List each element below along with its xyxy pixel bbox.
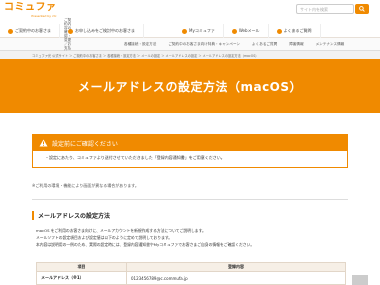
desc-line: メールソフトの設定項目および設定値は以下のように定めて説明しております。 <box>36 235 173 240</box>
subnav-item[interactable]: ご契約中のお客さま向け特典・キャンペーン <box>162 38 246 50</box>
nav-item-webmail[interactable]: Webメール <box>224 24 269 38</box>
table-header: 登録内容 <box>126 262 346 272</box>
table-cell-value: 0123456789@c.commufa.jp <box>126 271 346 285</box>
nav-item-faq[interactable]: よくあるご質問 <box>269 24 321 38</box>
nav-label: ご契約中のお客さま <box>15 28 51 33</box>
section-description: macOS をご利用のお客さま向けに、メールアカウントを新規作成する方法について… <box>36 227 346 248</box>
logo-sub: Presented by ctc <box>31 14 57 18</box>
warning-icon <box>39 139 48 147</box>
nav-item-current-customer[interactable]: ご契約中のお客さま <box>0 24 60 38</box>
table-row: メールアドレス（※1） 0123456789@c.commufa.jp <box>36 271 346 285</box>
section-title: メールアドレスの設定方法 <box>38 213 111 220</box>
subnav-item[interactable]: メンテナンス情報 <box>310 38 351 50</box>
subnav-item[interactable]: 障害情報 <box>283 38 309 50</box>
breadcrumb[interactable]: コミュファ光 公式サイト ＞ ご契約中のお客さま ＞ 各種接続・設定方法 ＞ メ… <box>0 51 380 59</box>
search-input[interactable]: サイト内を検索 <box>296 4 354 14</box>
home-icon <box>8 28 13 34</box>
desc-line: 本内容は説明用の一例のため、実際の設定時には、登録内容通知書やMyコミュファでお… <box>36 242 255 247</box>
subnav-item[interactable]: よくあるご質問 <box>246 38 283 50</box>
section-heading: メールアドレスの設定方法 <box>32 211 110 220</box>
nav-item-mycommufa[interactable]: Myコミュファ <box>174 24 224 38</box>
notice-header: 設定前にご確認ください <box>33 135 347 151</box>
top-header: コミュファ Presented by ctc サイト内を検索 <box>0 0 380 24</box>
heart-icon <box>182 28 187 34</box>
page-title: メールアドレスの設定方法（macOS） <box>77 79 303 94</box>
table-header-row: 項目 登録内容 <box>36 262 346 272</box>
nav-label: お申し込みをご検討中のお客さま <box>75 28 135 33</box>
section-accent-bar <box>32 211 34 220</box>
search-icon <box>359 6 365 12</box>
table-cell-label: メールアドレス（※1） <box>36 271 127 285</box>
notice-body: ・設定にあたり、コミュファより送付させていただきました「登録内容通知書」をご用意… <box>45 155 225 160</box>
scroll-to-top-button[interactable] <box>352 275 368 285</box>
question-icon <box>276 28 282 34</box>
main-nav: ご契約中のお客さま お申し込みをご検討中のお客さま Myコミュファ Webメール… <box>0 24 380 38</box>
subnav-item[interactable]: ご契約内容の確認・変更／お支払い（Myコミュファ） <box>0 18 73 70</box>
subnav-item[interactable]: 各種接続・設定方法 <box>118 38 162 50</box>
logo[interactable]: コミュファ Presented by ctc <box>4 2 57 19</box>
nav-label: Webメール <box>238 28 260 33</box>
mail-icon <box>231 28 237 34</box>
page-hero: メールアドレスの設定方法（macOS） <box>0 59 380 113</box>
desc-line: macOS をご利用のお客さま向けに、メールアカウントを新規作成する方法について… <box>36 228 206 233</box>
sub-nav: ご契約内容の確認・変更／お支払い（Myコミュファ） 各種接続・設定方法 ご契約中… <box>0 18 380 70</box>
divider <box>32 199 348 200</box>
notice-title: 設定前にご確認ください <box>52 140 118 148</box>
settings-table: 項目 登録内容 メールアドレス（※1） 0123456789@c.commufa… <box>36 262 346 285</box>
nav-label: よくあるご質問 <box>283 28 312 33</box>
note-text: ※ご利用の環境・機能により画面が異なる場合があります。 <box>32 183 139 188</box>
nav-label: Myコミュファ <box>189 28 215 33</box>
logo-text: コミュファ <box>4 2 57 13</box>
table-header: 項目 <box>36 262 127 272</box>
notice-box: 設定前にご確認ください ・設定にあたり、コミュファより送付させていただきました「… <box>32 134 348 168</box>
search-button[interactable] <box>355 4 369 14</box>
